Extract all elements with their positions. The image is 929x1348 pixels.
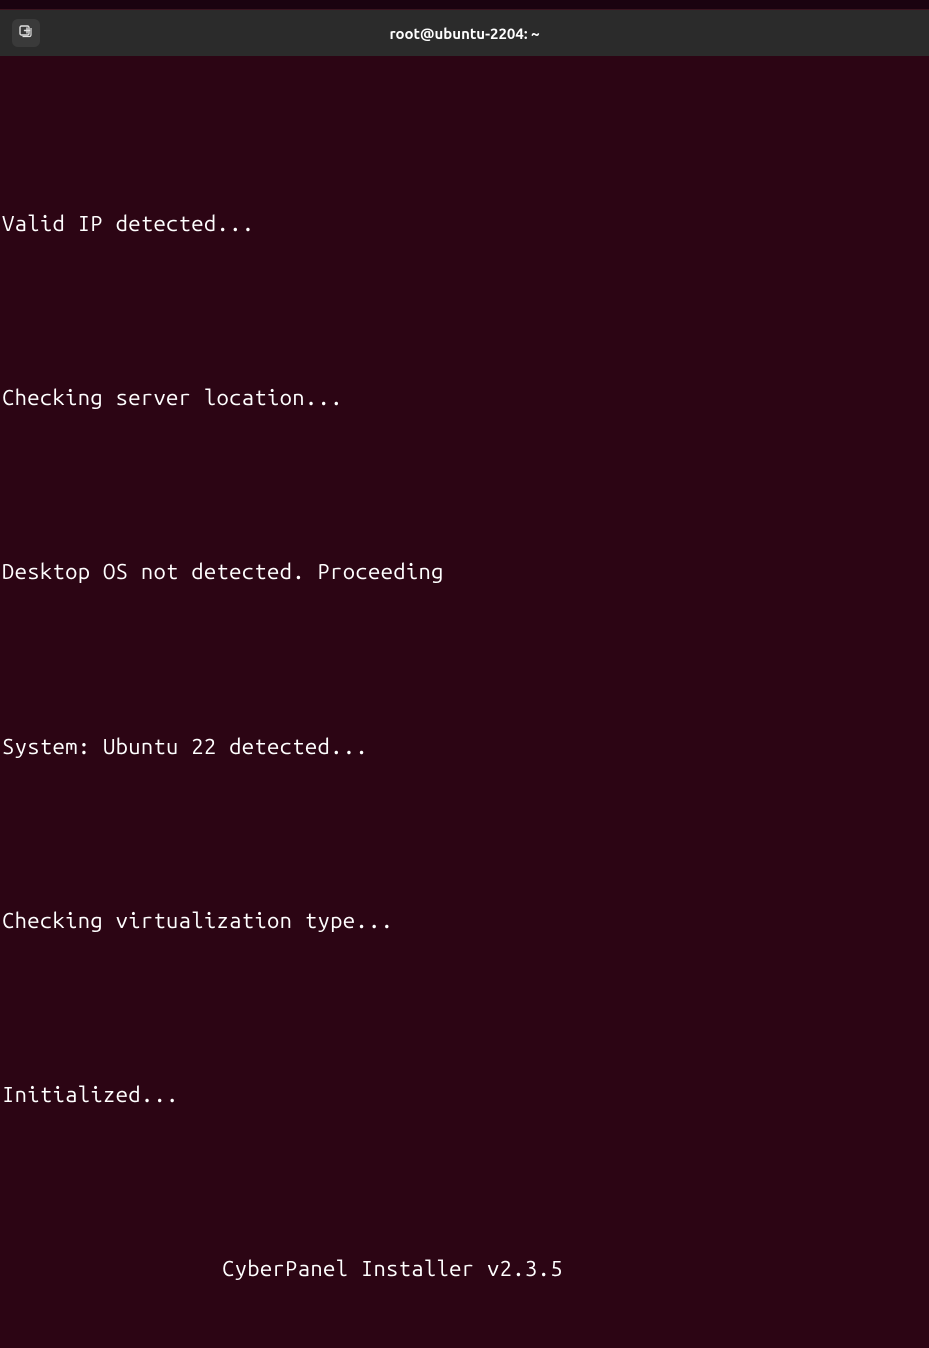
new-tab-icon xyxy=(18,23,34,43)
output-line: Checking virtualization type... xyxy=(2,906,927,935)
window-title: root@ubuntu-2204: ~ xyxy=(389,25,539,42)
title-bar: root@ubuntu-2204: ~ xyxy=(0,10,929,56)
new-tab-button[interactable] xyxy=(12,19,40,47)
output-line: Valid IP detected... xyxy=(2,209,927,238)
terminal-output[interactable]: Valid IP detected... Checking server loc… xyxy=(0,56,929,1348)
output-line: Initialized... xyxy=(2,1080,927,1109)
output-line: Desktop OS not detected. Proceeding xyxy=(2,557,927,586)
output-line: Checking server location... xyxy=(2,383,927,412)
installer-heading: CyberPanel Installer v2.3.5 xyxy=(2,1254,927,1283)
output-line: System: Ubuntu 22 detected... xyxy=(2,732,927,761)
window-top-edge xyxy=(0,0,929,10)
